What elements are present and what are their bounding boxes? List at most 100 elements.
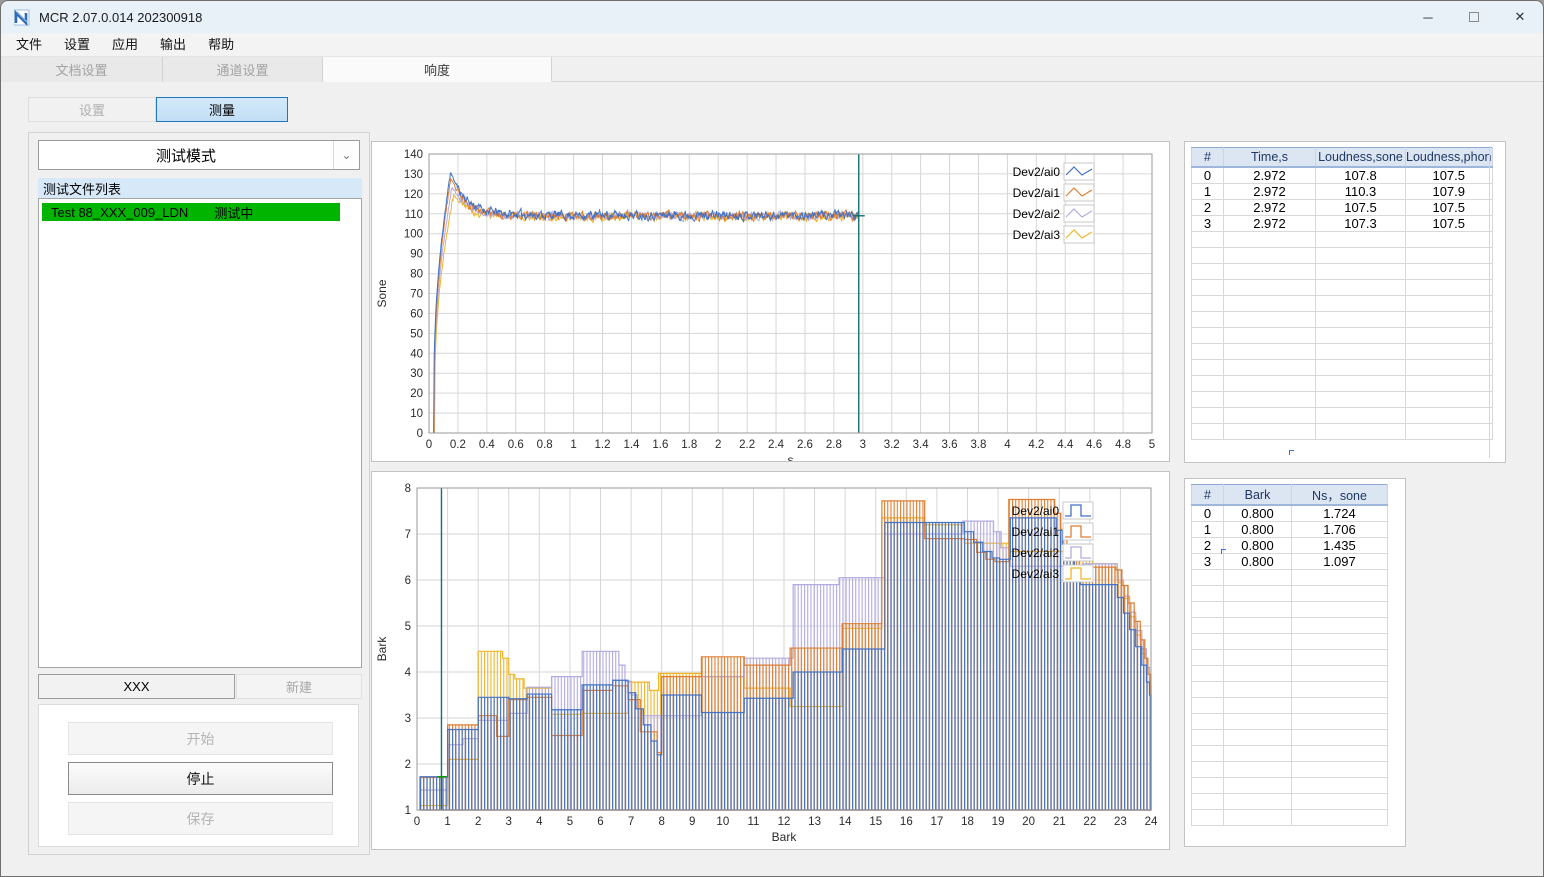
table-row[interactable] xyxy=(1191,681,1388,698)
table-row[interactable] xyxy=(1191,342,1493,360)
legend-label: Dev2/ai3 xyxy=(1013,228,1061,242)
table-row[interactable]: 3 2.972 107.3 107.5 xyxy=(1191,214,1493,232)
table-row[interactable] xyxy=(1191,422,1493,440)
table-row[interactable]: 0 2.972 107.8 107.5 xyxy=(1191,166,1493,184)
settings-subtab-button[interactable]: 设置 xyxy=(28,97,156,122)
x-tick-label: 13 xyxy=(808,816,821,828)
table-row[interactable]: 1 0.800 1.706 xyxy=(1191,521,1388,538)
table-row[interactable] xyxy=(1191,777,1388,794)
table-cell xyxy=(1191,809,1224,826)
table-row[interactable] xyxy=(1191,406,1493,424)
table-row[interactable] xyxy=(1191,665,1388,682)
table-row[interactable] xyxy=(1191,649,1388,666)
table-cell xyxy=(1191,617,1224,634)
y-tick-label: 100 xyxy=(404,229,423,241)
test-file-item[interactable]: Test 88_XXX_009_LDN 测试中 xyxy=(42,203,340,221)
table-row[interactable]: 2 2.972 107.5 107.5 xyxy=(1191,198,1493,216)
table-row[interactable] xyxy=(1191,294,1493,312)
table-row[interactable] xyxy=(1191,633,1388,650)
table-row[interactable] xyxy=(1191,745,1388,762)
tab-2[interactable]: 响度 xyxy=(323,57,552,82)
table-row[interactable] xyxy=(1191,601,1388,618)
table-row[interactable] xyxy=(1191,262,1493,280)
x-tick-label: 2.2 xyxy=(739,439,755,451)
table-cell xyxy=(1405,374,1493,392)
save-button[interactable]: 保存 xyxy=(68,802,333,835)
column-header: Loudness,sone xyxy=(1315,147,1406,168)
x-tick-label: 5 xyxy=(1149,439,1155,451)
table-row[interactable] xyxy=(1191,713,1388,730)
table-cell xyxy=(1315,294,1406,312)
table-row[interactable] xyxy=(1191,793,1388,810)
menu-item-3[interactable]: 输出 xyxy=(149,33,197,56)
table-cell xyxy=(1291,809,1388,826)
maximize-button[interactable] xyxy=(1451,1,1497,33)
table-cell: 107.3 xyxy=(1315,214,1406,232)
file-list-header: 测试文件列表 xyxy=(38,178,362,198)
menu-item-2[interactable]: 应用 xyxy=(101,33,149,56)
chevron-down-icon: ⌄ xyxy=(333,141,359,169)
menu-item-4[interactable]: 帮助 xyxy=(197,33,245,56)
table-row[interactable] xyxy=(1191,585,1388,602)
column-header: Loudness,phon xyxy=(1405,147,1493,168)
new-button[interactable]: 新建 xyxy=(236,674,362,699)
tab-0[interactable]: 文档设置 xyxy=(1,57,163,82)
table-row[interactable] xyxy=(1191,278,1493,296)
specific-loudness-chart[interactable]: 0 1 2 3 4 5 6 7 8 9 10 11 12 13 14 15 16 17 18 19 20 21 22 23 24… xyxy=(372,472,1169,849)
table-cell xyxy=(1405,406,1493,424)
table-row[interactable] xyxy=(1191,230,1493,248)
x-tick-label: 1.8 xyxy=(681,439,697,451)
x-tick-label: 3 xyxy=(860,439,866,451)
test-file-name: Test 88_XXX_009_LDN xyxy=(51,204,189,220)
specific-loudness-chart-panel: 0 1 2 3 4 5 6 7 8 9 10 11 12 13 14 15 16 17 18 19 20 21 22 23 24… xyxy=(371,471,1170,850)
tab-1[interactable]: 通道设置 xyxy=(163,57,323,82)
y-tick-label: 90 xyxy=(410,249,423,261)
table-row[interactable] xyxy=(1191,246,1493,264)
table-scroll-track[interactable] xyxy=(1489,146,1490,458)
xxx-button[interactable]: XXX xyxy=(38,674,235,699)
loudness-time-chart[interactable]: 0 0.2 0.4 0.6 0.8 1 1.2 1.4 1.6 1.8 2 2.2 2.4 2.6 2.8 3… xyxy=(372,142,1169,467)
measure-subtab-button[interactable]: 测量 xyxy=(156,97,288,122)
start-button[interactable]: 开始 xyxy=(68,722,333,755)
table-cell xyxy=(1291,745,1388,762)
test-file-listbox[interactable]: Test 88_XXX_009_LDN 测试中 xyxy=(38,198,362,668)
table-row[interactable]: 1 2.972 110.3 107.9 xyxy=(1191,182,1493,200)
table-row[interactable] xyxy=(1191,617,1388,634)
table-cell xyxy=(1315,374,1406,392)
x-tick-label: 1.4 xyxy=(623,439,640,451)
table-row[interactable] xyxy=(1191,569,1388,586)
x-tick-label: 4 xyxy=(1004,439,1011,451)
x-tick-label: 21 xyxy=(1053,816,1066,828)
menu-item-1[interactable]: 设置 xyxy=(53,33,101,56)
x-tick-label: 1.2 xyxy=(595,439,611,451)
y-axis-label: Bark xyxy=(375,636,389,662)
column-header: Ns，sone xyxy=(1291,484,1388,506)
y-tick-label: 70 xyxy=(410,289,423,301)
y-tick-label: 6 xyxy=(405,575,411,587)
minimize-button[interactable]: ─ xyxy=(1405,1,1451,33)
x-tick-label: 4.2 xyxy=(1028,439,1044,451)
table-row[interactable] xyxy=(1191,729,1388,746)
table-row[interactable] xyxy=(1191,809,1388,826)
table-row[interactable] xyxy=(1191,390,1493,408)
table-cell xyxy=(1191,278,1224,296)
table-row[interactable] xyxy=(1191,310,1493,328)
table-cell xyxy=(1405,230,1493,248)
stop-button[interactable]: 停止 xyxy=(68,762,333,795)
table-row[interactable] xyxy=(1191,358,1493,376)
table-cell xyxy=(1223,406,1316,424)
table-row[interactable] xyxy=(1191,761,1388,778)
menu-item-0[interactable]: 文件 xyxy=(5,33,53,56)
table-cell xyxy=(1223,761,1292,778)
table-row[interactable] xyxy=(1191,697,1388,714)
x-tick-label: 22 xyxy=(1083,816,1096,828)
close-button[interactable]: ✕ xyxy=(1497,1,1543,33)
table-row[interactable]: 0 0.800 1.724 xyxy=(1191,504,1388,522)
test-mode-select[interactable]: 测试模式 ⌄ xyxy=(38,140,360,170)
table-row[interactable] xyxy=(1191,326,1493,344)
table-cell xyxy=(1405,278,1493,296)
table-cell xyxy=(1315,358,1406,376)
x-tick-label: 11 xyxy=(747,816,759,828)
table-row[interactable]: 3 0.800 1.097 xyxy=(1191,553,1388,570)
table-row[interactable] xyxy=(1191,374,1493,392)
